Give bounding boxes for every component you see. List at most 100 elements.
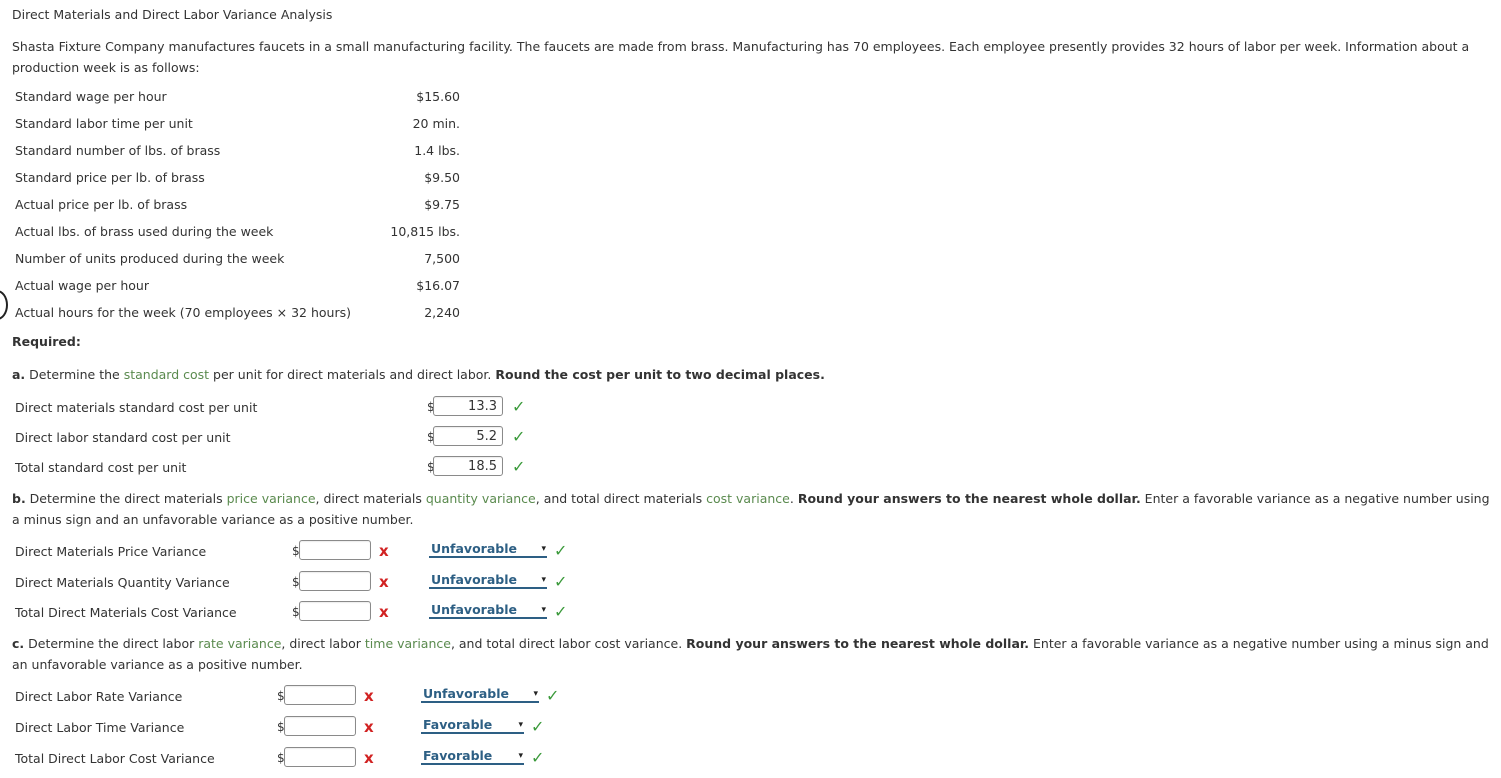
- row-label: Direct Materials Price Variance: [15, 544, 207, 559]
- given-value: $9.50: [424, 170, 460, 185]
- cross-icon: x: [364, 687, 374, 705]
- row-label: Direct Labor Time Variance: [15, 720, 185, 735]
- variance-type-select[interactable]: Unfavorable ▾: [429, 602, 547, 619]
- given-label: Standard labor time per unit: [15, 116, 193, 131]
- instr-text: Determine the direct labor: [24, 636, 199, 651]
- check-icon: ✓: [554, 602, 568, 621]
- given-row: Actual wage per hour $16.07: [15, 276, 460, 303]
- row-label: Total standard cost per unit: [15, 460, 187, 475]
- instr-text: , and total direct labor cost variance.: [450, 636, 687, 651]
- instr-bold: Round your answers to the nearest whole …: [686, 636, 1030, 651]
- problem-intro: Shasta Fixture Company manufactures fauc…: [12, 39, 1470, 75]
- glossary-link-cost-variance[interactable]: cost variance: [706, 491, 790, 506]
- given-label: Standard price per lb. of brass: [15, 170, 205, 185]
- instr-text: , direct materials: [315, 491, 426, 506]
- variance-type-select[interactable]: Unfavorable ▾: [429, 541, 547, 558]
- given-data-table: Standard wage per hour $15.60 Standard la…: [15, 87, 460, 330]
- given-value: 7,500: [424, 251, 460, 266]
- instr-text: per unit for direct materials and direct…: [209, 367, 496, 382]
- row-label: Direct Labor Rate Variance: [15, 689, 183, 704]
- instr-text: Determine the: [25, 367, 124, 382]
- select-value: Favorable: [423, 717, 493, 732]
- given-row: Number of units produced during the week…: [15, 249, 460, 276]
- instr-text: , direct labor: [281, 636, 365, 651]
- select-value: Favorable: [423, 748, 493, 763]
- cross-icon: x: [379, 542, 389, 560]
- select-value: Unfavorable: [431, 602, 517, 617]
- answer-input[interactable]: [299, 601, 371, 621]
- check-icon: ✓: [531, 748, 545, 767]
- given-row: Standard price per lb. of brass $9.50: [15, 168, 460, 195]
- answer-input[interactable]: [284, 685, 356, 705]
- given-label: Number of units produced during the week: [15, 251, 285, 266]
- chevron-down-icon: ▾: [541, 544, 546, 554]
- given-value: $16.07: [416, 278, 460, 293]
- check-icon: ✓: [512, 397, 526, 416]
- given-label: Actual hours for the week (70 employees …: [15, 305, 352, 320]
- part-b-lead: b.: [12, 491, 26, 506]
- select-value: Unfavorable: [423, 686, 509, 701]
- given-label: Actual price per lb. of brass: [15, 197, 188, 212]
- glossary-link-standard-cost[interactable]: standard cost: [124, 367, 209, 382]
- instr-text: , and total direct materials: [535, 491, 707, 506]
- given-label: Actual wage per hour: [15, 278, 149, 293]
- row-label: Direct labor standard cost per unit: [15, 430, 231, 445]
- given-value: $9.75: [424, 197, 460, 212]
- page-title: Direct Materials and Direct Labor Varian…: [12, 7, 333, 22]
- part-a-lead: a.: [12, 367, 26, 382]
- variance-type-select[interactable]: Unfavorable ▾: [421, 686, 539, 703]
- glossary-link-time-variance[interactable]: time variance: [365, 636, 451, 651]
- variance-type-select[interactable]: Unfavorable ▾: [429, 572, 547, 589]
- instr-bold: Round the cost per unit to two decimal p…: [495, 367, 825, 382]
- check-icon: ✓: [531, 717, 545, 736]
- glossary-link-rate-variance[interactable]: rate variance: [198, 636, 281, 651]
- given-row: Standard labor time per unit 20 min.: [15, 114, 460, 141]
- answer-input[interactable]: 5.2: [433, 426, 503, 446]
- answer-input[interactable]: [284, 716, 356, 736]
- check-icon: ✓: [546, 686, 560, 705]
- part-c-lead: c.: [12, 636, 25, 651]
- part-b-instructions: b. Determine the direct materials price …: [12, 488, 1492, 530]
- chevron-down-icon: ▾: [518, 720, 523, 730]
- row-label: Direct Materials Quantity Variance: [15, 575, 230, 590]
- variance-type-select[interactable]: Favorable ▾: [421, 748, 524, 765]
- answer-input[interactable]: 13.3: [433, 396, 503, 416]
- given-value: 1.4 lbs.: [414, 143, 460, 158]
- chevron-down-icon: ▾: [541, 605, 546, 615]
- given-row: Actual lbs. of brass used during the wee…: [15, 222, 460, 249]
- given-value: 2,240: [424, 305, 460, 320]
- answer-input[interactable]: [299, 540, 371, 560]
- glossary-link-price-variance[interactable]: price variance: [227, 491, 316, 506]
- chevron-down-icon: ▾: [541, 575, 546, 585]
- check-icon: ✓: [512, 427, 526, 446]
- instr-text: .: [789, 491, 798, 506]
- required-heading: Required:: [12, 334, 81, 349]
- cross-icon: x: [364, 749, 374, 767]
- select-value: Unfavorable: [431, 541, 517, 556]
- given-row: Standard wage per hour $15.60: [15, 87, 460, 114]
- row-label: Total Direct Labor Cost Variance: [15, 751, 215, 766]
- partial-circle-edge: [0, 290, 8, 320]
- given-label: Standard number of lbs. of brass: [15, 143, 221, 158]
- cross-icon: x: [379, 603, 389, 621]
- row-label: Direct materials standard cost per unit: [15, 400, 258, 415]
- answer-input[interactable]: [299, 571, 371, 591]
- part-c-instructions: c. Determine the direct labor rate varia…: [12, 633, 1492, 675]
- check-icon: ✓: [554, 541, 568, 560]
- given-label: Standard wage per hour: [15, 89, 167, 104]
- given-label: Actual lbs. of brass used during the wee…: [15, 224, 274, 239]
- chevron-down-icon: ▾: [533, 689, 538, 699]
- given-value: 20 min.: [412, 116, 460, 131]
- variance-type-select[interactable]: Favorable ▾: [421, 717, 524, 734]
- instr-text: Determine the direct materials: [25, 491, 227, 506]
- answer-input[interactable]: 18.5: [433, 456, 503, 476]
- given-row: Actual hours for the week (70 employees …: [15, 303, 460, 330]
- given-row: Standard number of lbs. of brass 1.4 lbs.: [15, 141, 460, 168]
- cross-icon: x: [364, 718, 374, 736]
- glossary-link-quantity-variance[interactable]: quantity variance: [426, 491, 536, 506]
- chevron-down-icon: ▾: [518, 751, 523, 761]
- given-value: $15.60: [416, 89, 460, 104]
- check-icon: ✓: [512, 457, 526, 476]
- select-value: Unfavorable: [431, 572, 517, 587]
- answer-input[interactable]: [284, 747, 356, 767]
